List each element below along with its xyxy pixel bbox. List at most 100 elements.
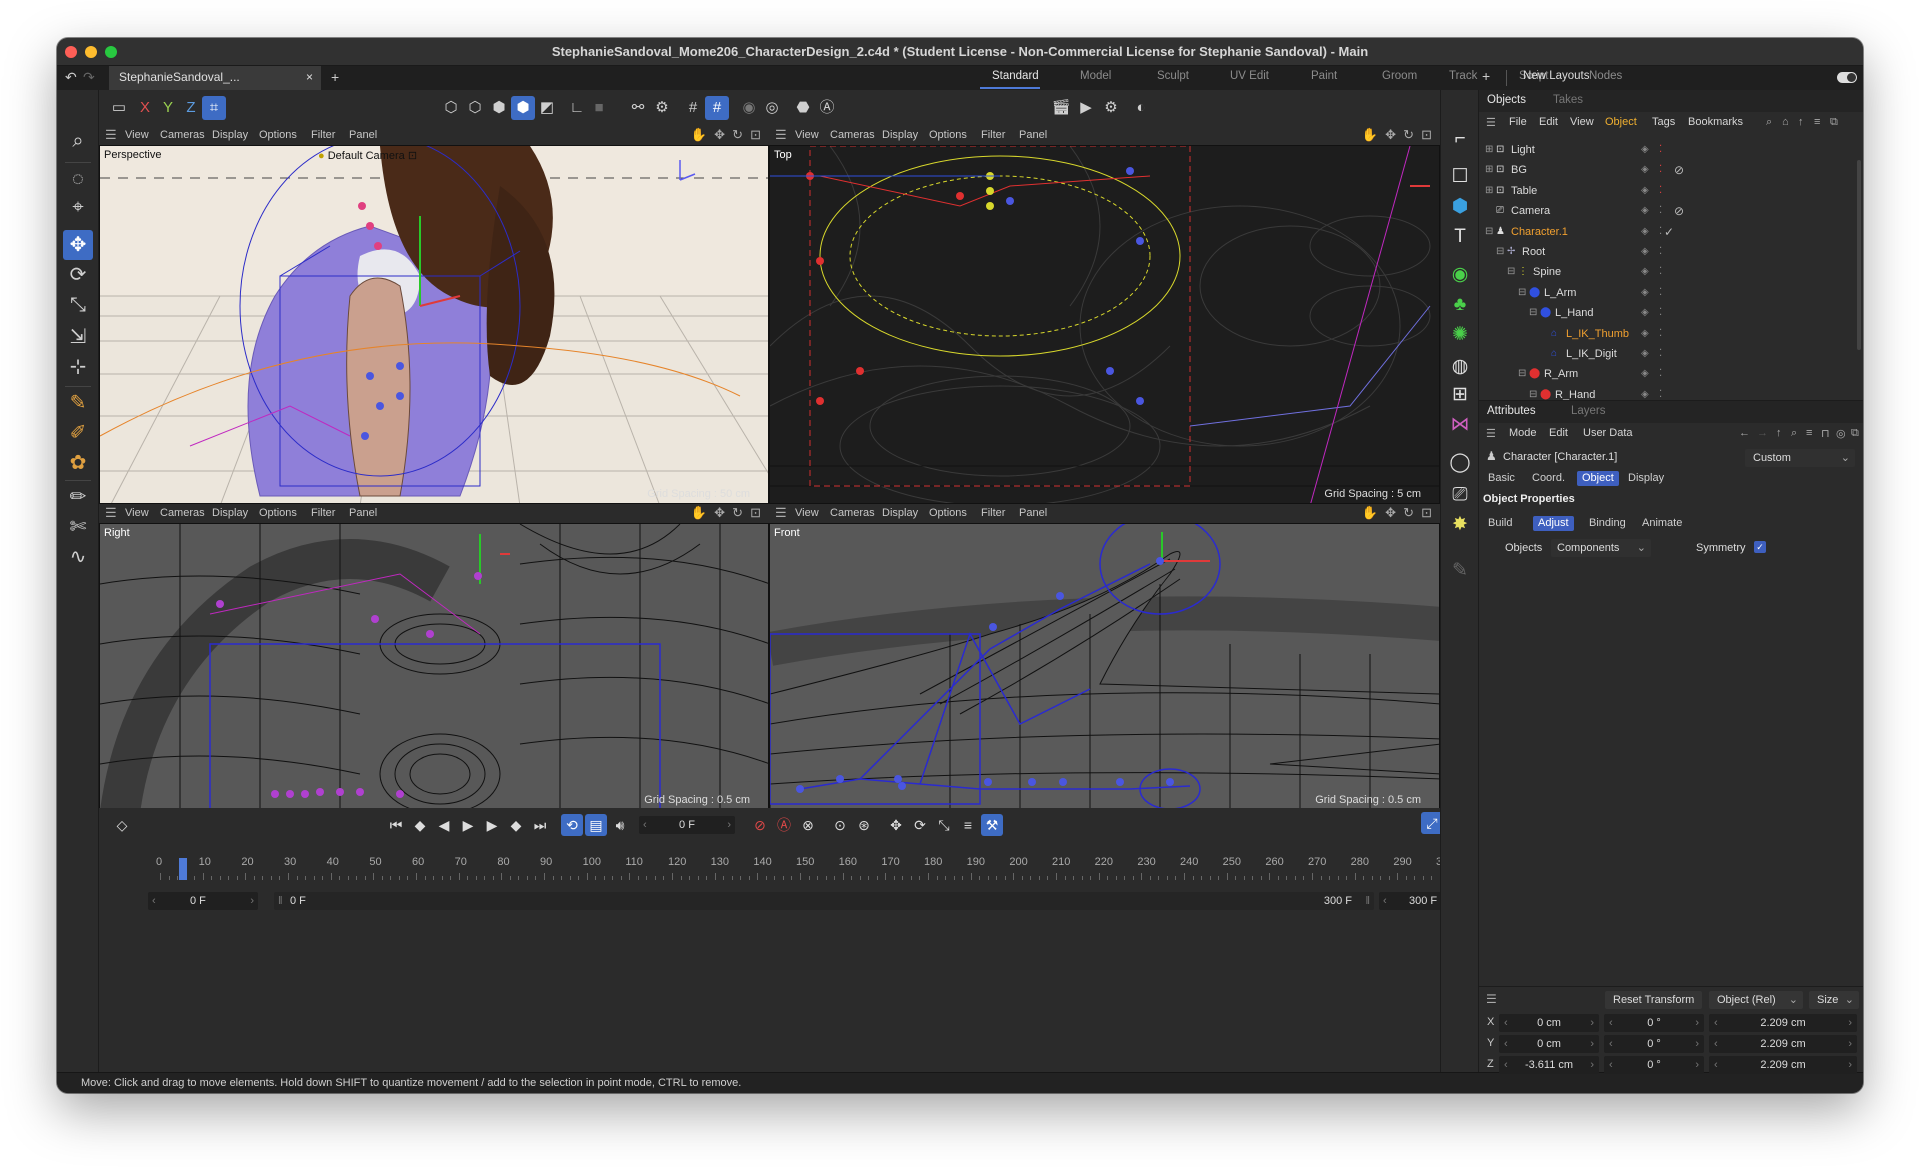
spline-icon[interactable]: ☐ bbox=[1445, 162, 1475, 192]
point-level-animation-icon[interactable]: ⚒ bbox=[981, 814, 1003, 836]
y-axis-lock-icon[interactable]: Y bbox=[156, 96, 180, 120]
viewport-menu-panel[interactable]: Panel bbox=[1019, 129, 1047, 141]
render-visibility-icon[interactable]: ⁚ bbox=[1659, 344, 1662, 364]
grid-snap-icon[interactable]: # bbox=[705, 96, 729, 120]
object-row-l-hand[interactable]: ⊟ ⬤ L_Hand ◈ ⁚ bbox=[1479, 303, 1863, 323]
menu-edit[interactable]: Edit bbox=[1549, 427, 1568, 439]
layer-visibility-icon[interactable]: ◈ bbox=[1641, 262, 1649, 282]
preset-dropdown[interactable]: Custom ⌄ bbox=[1745, 449, 1855, 467]
expand-toggle-icon[interactable]: ⊟ bbox=[1496, 242, 1504, 262]
layer-visibility-icon[interactable]: ◈ bbox=[1641, 324, 1649, 344]
layer-visibility-icon[interactable]: ◈ bbox=[1641, 181, 1649, 201]
render-visibility-icon[interactable]: ⁚ bbox=[1659, 364, 1662, 384]
viewport-menu-cameras[interactable]: Cameras bbox=[160, 129, 205, 141]
snap-icon[interactable]: ⚯ bbox=[626, 96, 650, 120]
render-settings-icon[interactable]: ⚙ bbox=[1099, 96, 1123, 120]
tab-objects[interactable]: Objects bbox=[1487, 94, 1526, 106]
character-tools-icon[interactable]: ⋈ bbox=[1445, 410, 1475, 440]
tab-object[interactable]: Object bbox=[1577, 471, 1619, 486]
field-icon[interactable]: ◍ bbox=[1445, 352, 1475, 382]
render-visibility-icon[interactable]: ⁚ bbox=[1659, 140, 1662, 160]
rotate-tool-icon[interactable]: ⟳ bbox=[63, 260, 93, 290]
object-row-r-arm[interactable]: ⊟ ⬤ R_Arm ◈ ⁚ bbox=[1479, 364, 1863, 384]
generator-icon[interactable]: ◉ bbox=[1445, 260, 1475, 290]
object-row-root[interactable]: ⊟ ✢ Root ◈ ⁚ bbox=[1479, 242, 1863, 262]
new-layouts-toggle[interactable] bbox=[1837, 72, 1857, 83]
cube-icon[interactable]: ⬢ bbox=[1445, 192, 1475, 222]
settings-icon[interactable]: ◎ bbox=[1836, 427, 1846, 440]
coord-pos-field[interactable]: ‹ 0 cm › bbox=[1499, 1014, 1599, 1032]
viewport-menu-filter[interactable]: Filter bbox=[311, 507, 335, 519]
up-arrow-icon[interactable]: ↑ bbox=[1776, 427, 1782, 439]
viewport-menu-panel[interactable]: Panel bbox=[349, 507, 377, 519]
layout-tab-nodes[interactable]: Nodes bbox=[1589, 70, 1622, 82]
hamburger-icon[interactable]: ☰ bbox=[105, 505, 117, 521]
viewport-right[interactable]: ☰ View Cameras Display Options Filter Panel ✋ ✥ ↻… bbox=[99, 504, 769, 810]
lock-icon[interactable]: ⊓ bbox=[1821, 427, 1830, 440]
coord-mode-dropdown[interactable]: Object (Rel) ⌄ bbox=[1709, 991, 1803, 1009]
next-key-icon[interactable]: ◆ bbox=[505, 814, 527, 836]
tab-coord[interactable]: Coord. bbox=[1527, 471, 1570, 486]
render-view-icon[interactable]: 🎬︎ bbox=[1049, 96, 1073, 120]
symmetry-icon[interactable]: ◎ bbox=[760, 96, 784, 120]
viewport-menu-filter[interactable]: Filter bbox=[311, 129, 335, 141]
layout-tab-paint[interactable]: Paint bbox=[1311, 70, 1337, 82]
compositing-tag-icon[interactable]: ⊘ bbox=[1674, 201, 1684, 221]
hamburger-icon[interactable]: ☰ bbox=[1486, 427, 1496, 440]
text-icon[interactable]: T bbox=[1445, 222, 1475, 252]
symmetry-checkbox[interactable]: ✓ bbox=[1754, 541, 1766, 553]
mograph-icon[interactable]: ♣ bbox=[1445, 290, 1475, 320]
workplane-icon[interactable]: # bbox=[681, 96, 705, 120]
toggle-layout-icon[interactable]: ⊡ bbox=[1421, 127, 1432, 143]
move-tool-icon[interactable]: ✥ bbox=[63, 230, 93, 260]
expand-toggle-icon[interactable]: ⊟ bbox=[1485, 222, 1493, 242]
layer-visibility-icon[interactable]: ◈ bbox=[1641, 222, 1649, 242]
play-icon[interactable]: ▶ bbox=[457, 814, 479, 836]
next-frame-icon[interactable]: ▶ bbox=[481, 814, 503, 836]
coord-size-field[interactable]: ‹ 2.209 cm › bbox=[1709, 1035, 1857, 1053]
camera-object-icon[interactable]: ⎚ bbox=[1445, 480, 1475, 510]
tweak-mode-icon[interactable]: ■ bbox=[587, 96, 611, 120]
search-icon[interactable]: ⌕ bbox=[1766, 116, 1772, 129]
coord-rot-field[interactable]: ‹ 0 ° › bbox=[1604, 1014, 1704, 1032]
tab-basic[interactable]: Basic bbox=[1483, 471, 1520, 486]
pan-icon[interactable]: ✋ bbox=[1362, 127, 1378, 143]
tab-layers[interactable]: Layers bbox=[1571, 405, 1606, 417]
transform-tool-icon[interactable]: ⇲ bbox=[63, 322, 93, 352]
motion-clip-icon[interactable]: ⊙ bbox=[829, 814, 851, 836]
layout-tab-groom[interactable]: Groom bbox=[1382, 70, 1417, 82]
object-row-table[interactable]: ⊞ ⊡ Table ◈ ⁚ bbox=[1479, 181, 1863, 201]
redo-icon[interactable]: ↷ bbox=[83, 69, 95, 86]
subtab-build[interactable]: Build bbox=[1483, 516, 1517, 531]
search-icon[interactable]: ⌕ bbox=[1791, 427, 1797, 440]
record-active-icon[interactable]: ⊘ bbox=[749, 814, 771, 836]
previous-frame-icon[interactable]: ◀ bbox=[433, 814, 455, 836]
add-tab-button[interactable]: + bbox=[331, 69, 339, 85]
layer-visibility-icon[interactable]: ◈ bbox=[1641, 160, 1649, 180]
coord-size-field[interactable]: ‹ 2.209 cm › bbox=[1709, 1056, 1857, 1074]
knife-icon[interactable]: ✄ bbox=[63, 512, 93, 542]
parameter-key-icon[interactable]: ≡ bbox=[957, 814, 979, 836]
scheme-icon[interactable]: ⊛ bbox=[853, 814, 875, 836]
expand-toggle-icon[interactable]: ⊞ bbox=[1485, 140, 1493, 160]
viewport-menu-display[interactable]: Display bbox=[212, 507, 248, 519]
viewport-menu-view[interactable]: View bbox=[125, 129, 149, 141]
filter-icon[interactable]: ≡ bbox=[1806, 427, 1812, 439]
expand-toggle-icon[interactable]: ⊟ bbox=[1507, 262, 1515, 282]
menu-edit[interactable]: Edit bbox=[1539, 116, 1558, 128]
layout-tab-model[interactable]: Model bbox=[1080, 70, 1111, 82]
enabled-check-icon[interactable]: ✓ bbox=[1664, 222, 1674, 242]
search-icon[interactable]: ⌕ bbox=[63, 126, 93, 156]
viewport-menu-options[interactable]: Options bbox=[259, 129, 297, 141]
tab-attributes[interactable]: Attributes bbox=[1487, 405, 1536, 417]
viewport-menu-filter[interactable]: Filter bbox=[981, 129, 1005, 141]
new-window-icon[interactable]: ⧉ bbox=[1851, 427, 1859, 440]
viewport-menu-view[interactable]: View bbox=[795, 507, 819, 519]
coord-pos-field[interactable]: ‹ -3.611 cm › bbox=[1499, 1056, 1599, 1074]
subtab-binding[interactable]: Binding bbox=[1584, 516, 1631, 531]
start-frame-field[interactable]: ‹ 0 F › bbox=[148, 892, 258, 910]
layout-tab-sculpt[interactable]: Sculpt bbox=[1157, 70, 1189, 82]
subtab-adjust[interactable]: Adjust bbox=[1533, 516, 1574, 531]
preview-range-icon[interactable]: ▤ bbox=[585, 814, 607, 836]
polygons-mode-icon[interactable]: ⬢ bbox=[487, 96, 511, 120]
